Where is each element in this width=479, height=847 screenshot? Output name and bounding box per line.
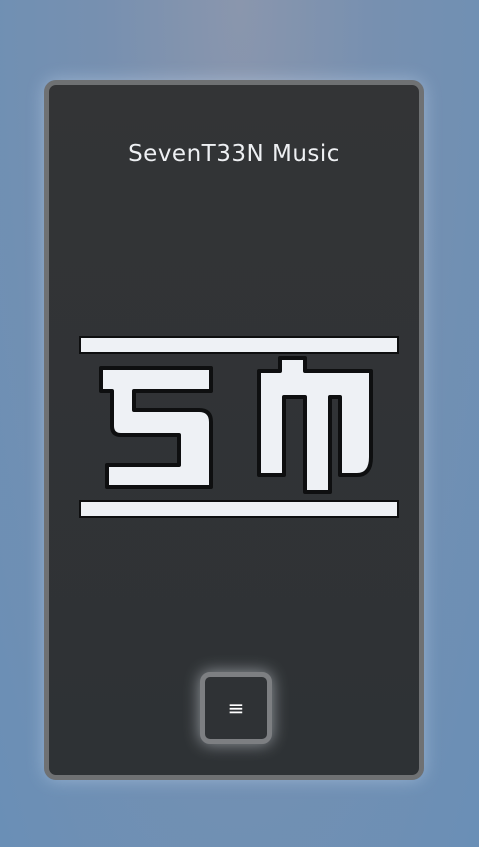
site-title: SevenT33N Music [128, 141, 340, 167]
menu-button[interactable]: ≡ [200, 672, 272, 744]
hamburger-icon: ≡ [227, 696, 245, 720]
logo-bottom-bar [79, 500, 399, 518]
logo-top-bar [79, 336, 399, 354]
logo-letter-s [99, 366, 213, 489]
main-card: SevenT33N Music ≡ [44, 80, 424, 780]
logo-letter-m [257, 356, 373, 494]
seventeen-music-logo-icon [79, 335, 399, 519]
